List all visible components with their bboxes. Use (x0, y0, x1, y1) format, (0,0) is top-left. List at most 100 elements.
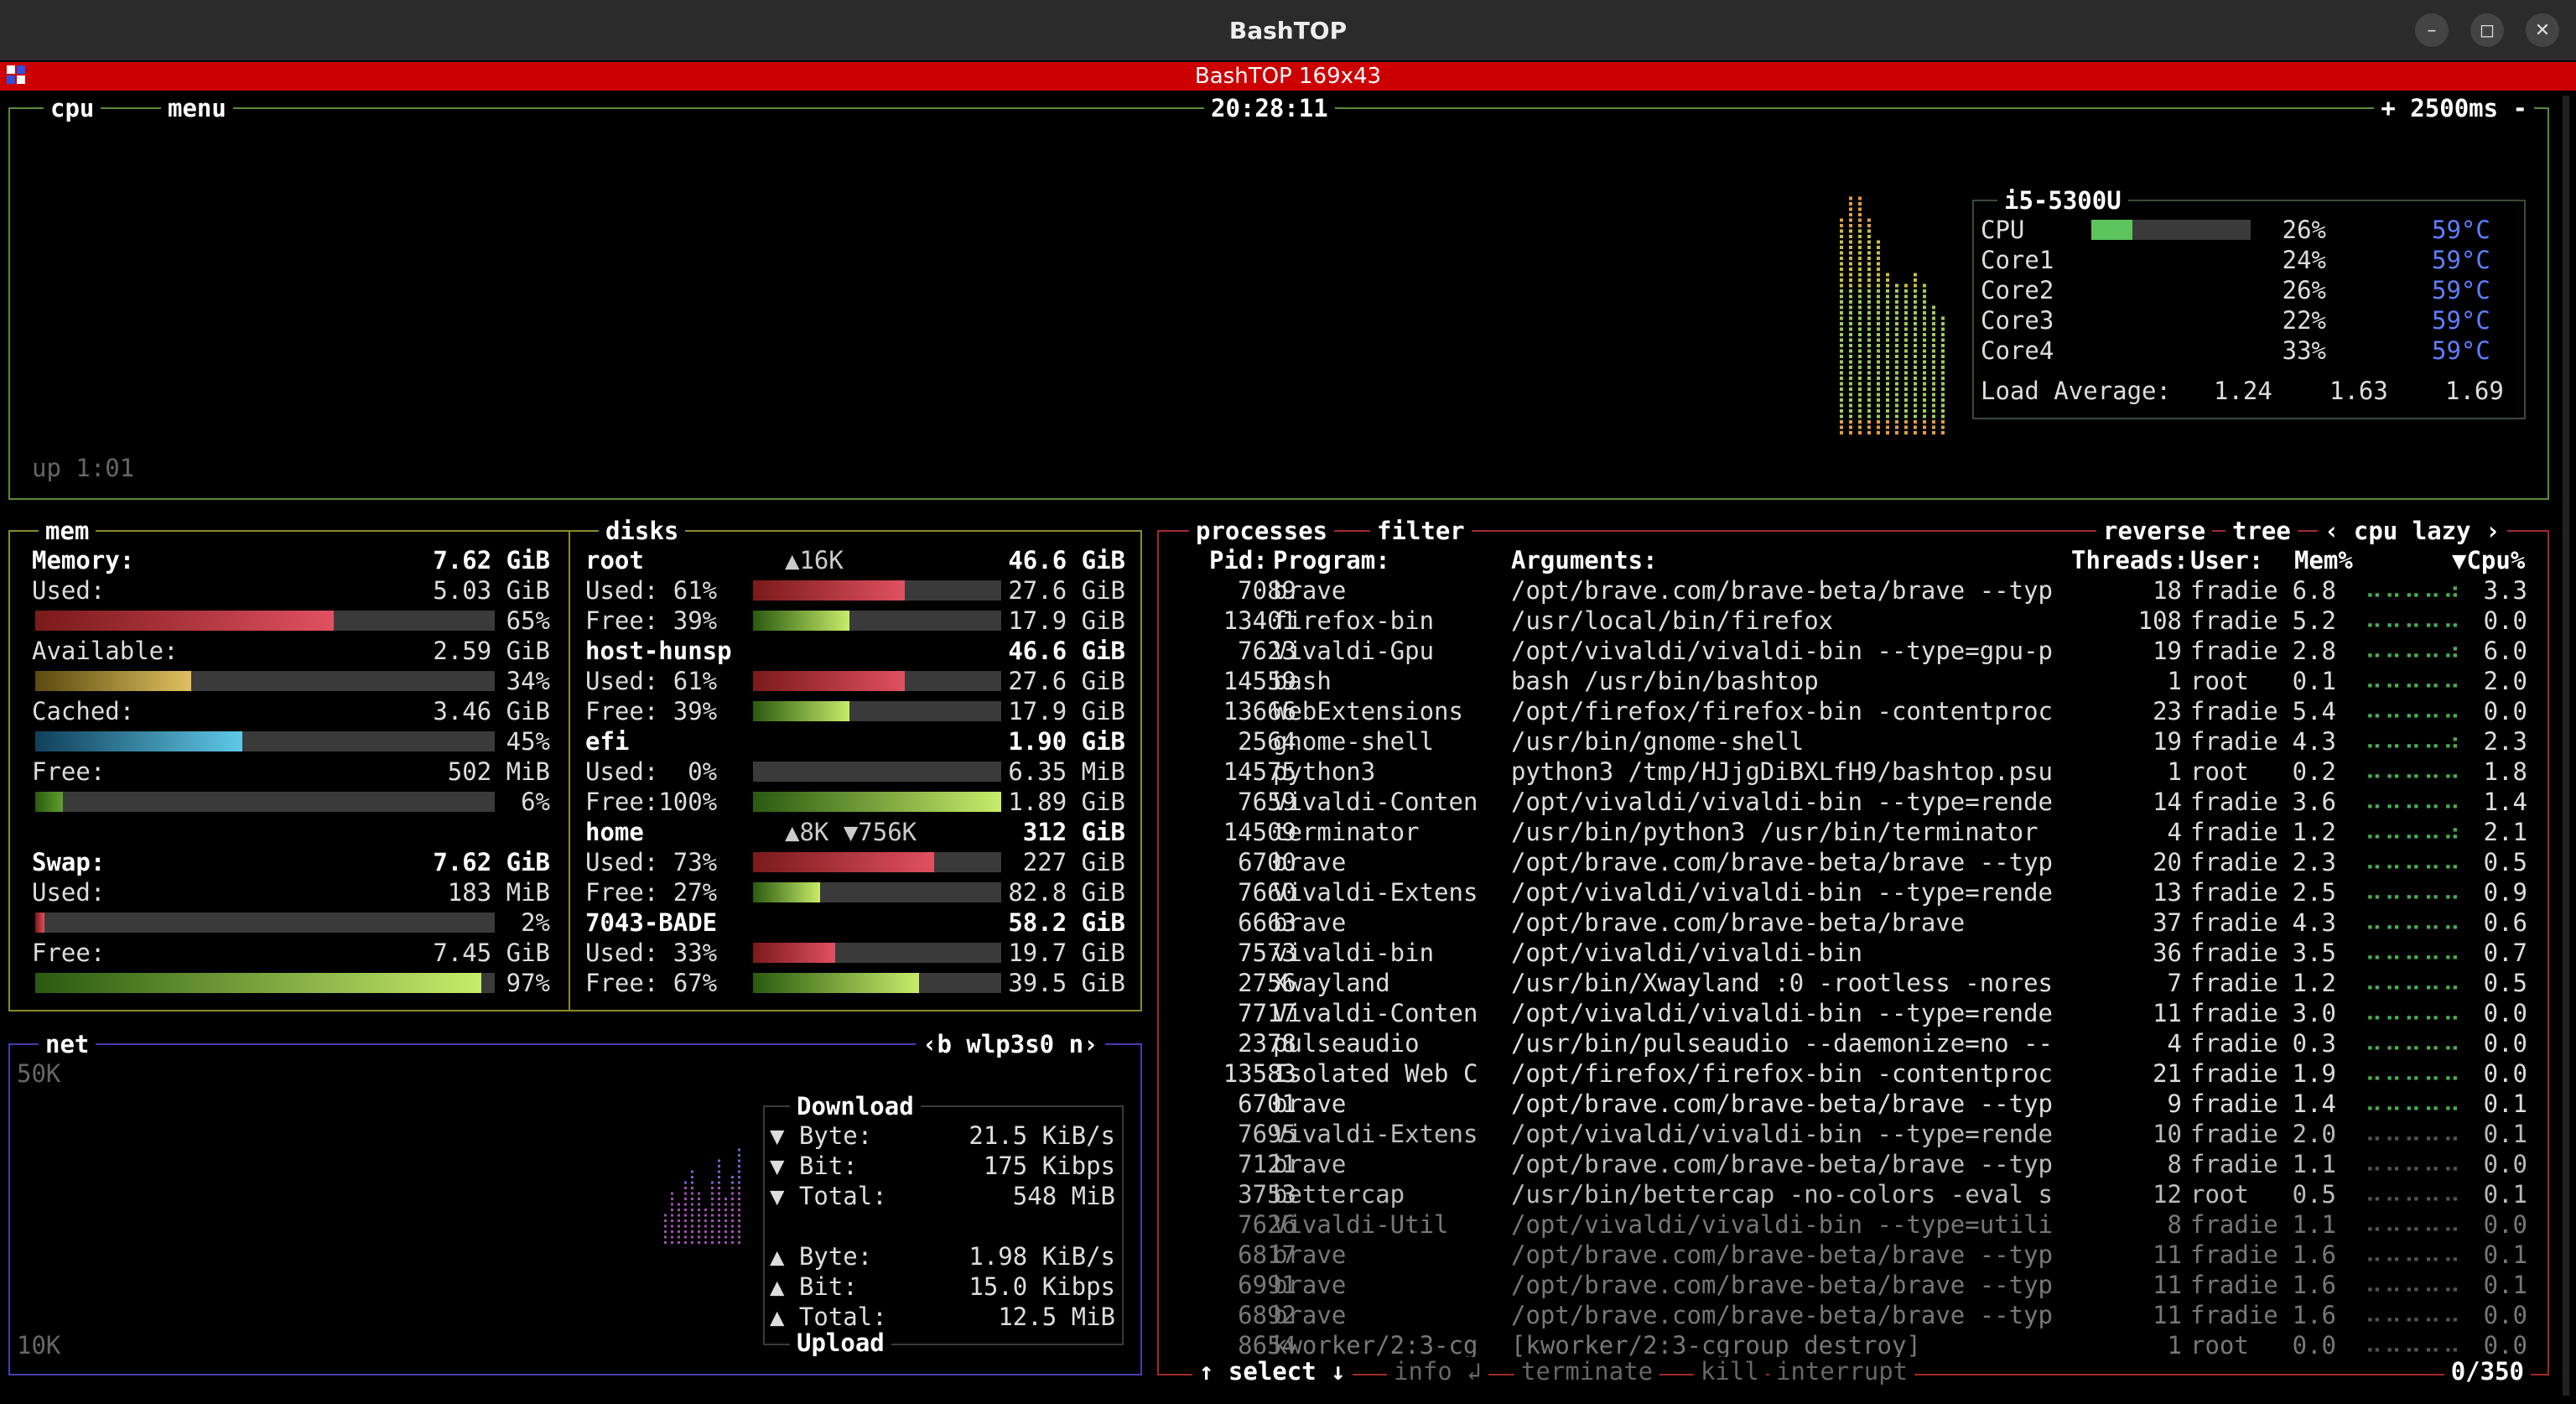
cpu-graph-dot (1849, 377, 1852, 380)
net-graph-dot (711, 1225, 714, 1228)
sort-selector[interactable]: ‹ cpu lazy › (2318, 517, 2507, 545)
terminal-scrollbar[interactable] (2563, 96, 2569, 1396)
cpu-graph-dot (1877, 311, 1880, 315)
net-tab[interactable]: net (39, 1030, 96, 1058)
cpu-graph-dot (1923, 420, 1926, 424)
process-row[interactable]: 3753 bettercap/usr/bin/bettercap -no-colo… (1159, 1179, 2547, 1209)
cpu-graph-dot (1914, 316, 1917, 320)
process-row[interactable]: 8654 kworker/2:3-cg [kworker/2:3-cgroup_de… (1159, 1330, 2547, 1360)
update-interval[interactable]: + 2500ms - (2374, 94, 2534, 122)
header-cpu[interactable]: ▼Cpu% (2452, 545, 2525, 575)
process-row[interactable]: 6700 brave/opt/brave.com/brave-beta/brave… (1159, 847, 2547, 877)
process-user: fradie (2190, 697, 2278, 725)
process-row[interactable]: 13401 firefox-bin/usr/local/bin/firefox 10… (1159, 606, 2547, 636)
cpu-graph-dot (1904, 316, 1908, 320)
minimize-button[interactable]: – (2415, 13, 2449, 47)
net-graph-dot (691, 1203, 693, 1206)
mem-used-value: 5.03 GiB (433, 576, 550, 605)
cpu-graph-dot (1923, 349, 1926, 353)
process-row[interactable]: 7121 brave/opt/brave.com/brave-beta/brave… (1159, 1149, 2547, 1179)
kill-control[interactable]: kill (1694, 1357, 1766, 1386)
dl-byte-value: 21.5 KiB/s (969, 1121, 1115, 1150)
process-row[interactable]: 7695 Vivaldi-Extens/opt/vivaldi/vivaldi-b… (1159, 1119, 2547, 1149)
process-row[interactable]: 14559 bash bash /usr/bin/bashtop 1 root 0.1 ⠤⠤… (1159, 666, 2547, 696)
cpu-graph-dot (1858, 218, 1862, 222)
process-cpu: 0.9 (2483, 878, 2527, 907)
interrupt-control[interactable]: interrupt (1769, 1357, 1915, 1386)
cpu-graph-dot (1849, 278, 1852, 282)
close-button[interactable]: ✕ (2526, 13, 2559, 47)
cpu-graph-dot (1886, 289, 1889, 293)
process-row[interactable]: 7626 Vivaldi-Util/opt/vivaldi/vivaldi-bin… (1159, 1209, 2547, 1240)
select-control[interactable]: ↑ select ↓ (1192, 1357, 1353, 1386)
process-row[interactable]: 2564 gnome-shell/usr/bin/gnome-shell 19 fra… (1159, 726, 2547, 757)
process-program: gnome-shell (1273, 727, 1435, 756)
process-row[interactable]: 7659 Vivaldi-Conten/opt/vivaldi/vivaldi-b… (1159, 787, 2547, 817)
net-graph-dot (718, 1241, 720, 1244)
cpu-graph-dot (1914, 349, 1917, 353)
process-row[interactable]: 7717 Vivaldi-Conten/opt/vivaldi/vivaldi-b… (1159, 998, 2547, 1028)
disk-free-label: Free:100% (585, 788, 718, 816)
process-row[interactable]: 7089 brave/opt/brave.com/brave-beta/brave… (1159, 575, 2547, 606)
cpu-graph-dot (1858, 403, 1862, 408)
header-user[interactable]: User: (2190, 545, 2263, 575)
process-row[interactable]: 6663 brave/opt/brave.com/brave-beta/brave… (1159, 907, 2547, 938)
header-threads[interactable]: Threads: (2071, 545, 2189, 575)
header-arguments[interactable]: Arguments: (1511, 545, 1658, 575)
process-cpu-graph: ⠤⠤⠤⠤⠤ (2365, 757, 2463, 786)
process-user: fradie (2190, 727, 2278, 756)
upload-title: Upload (790, 1329, 891, 1357)
net-graph-dot (724, 1235, 727, 1239)
process-row[interactable]: 14509 terminator/usr/bin/python3 /usr/bin… (1159, 817, 2547, 847)
disk-used-meter (753, 852, 1001, 872)
net-graph-dot (711, 1181, 714, 1184)
process-row[interactable]: 6701 brave/opt/brave.com/brave-beta/brave… (1159, 1089, 2547, 1119)
net-interface-selector[interactable]: ‹b wlp3s0 n› (916, 1030, 1105, 1058)
net-graph-dot (731, 1181, 734, 1184)
header-program[interactable]: Program: (1273, 545, 1390, 575)
cpu-graph-dot (1914, 338, 1917, 342)
net-graph-dot (738, 1154, 740, 1157)
cpu-graph-dot (1840, 240, 1843, 244)
cpu-graph-dot (1895, 425, 1898, 429)
cpu-graph-dot (1941, 393, 1945, 397)
process-threads: 10 (2153, 1120, 2182, 1148)
process-row[interactable]: 13583 Isolated Web C/opt/firefox/firefox-… (1159, 1058, 2547, 1089)
cpu-graph-dot (1840, 262, 1843, 266)
process-row[interactable]: 6817 brave/opt/brave.com/brave-beta/brave… (1159, 1240, 2547, 1270)
mem-available-meter-fill (35, 671, 192, 691)
cpu-graph-dot (1877, 387, 1880, 391)
cpu-graph-dot (1886, 387, 1889, 391)
net-graph-dot (738, 1241, 740, 1244)
process-program: Xwayland (1273, 969, 1390, 997)
process-row[interactable]: 7623 Vivaldi-Gpu/opt/vivaldi/vivaldi-bin … (1159, 636, 2547, 666)
cpu-graph-dot (1886, 294, 1889, 299)
process-threads: 11 (2153, 1240, 2182, 1269)
processes-tab[interactable]: processes (1189, 517, 1335, 545)
cpu-graph-dot (1886, 425, 1889, 429)
info-control[interactable]: info ↲ (1387, 1357, 1488, 1386)
cpu-tab[interactable]: cpu (44, 94, 101, 122)
process-threads: 23 (2153, 697, 2182, 725)
process-row[interactable]: 7573 vivaldi-bin/opt/vivaldi/vivaldi-bin 3… (1159, 938, 2547, 968)
process-row[interactable]: 13666 WebExtensions/opt/firefox/firefox-b… (1159, 696, 2547, 726)
cpu-graph-dot (1858, 224, 1862, 227)
process-row[interactable]: 2378 pulseaudio/usr/bin/pulseaudio --daem… (1159, 1028, 2547, 1058)
cpu-graph-dot (1932, 322, 1935, 325)
header-pid[interactable]: Pid: (1209, 545, 1268, 575)
process-row[interactable]: 6892 brave/opt/brave.com/brave-beta/brave… (1159, 1300, 2547, 1330)
process-threads: 1 (2167, 757, 2182, 786)
process-row[interactable]: 2756 Xwayland/usr/bin/Xwayland :0 -rootle… (1159, 968, 2547, 998)
menu-tab[interactable]: menu (161, 94, 233, 122)
header-mem[interactable]: Mem% (2294, 545, 2353, 575)
reverse-toggle[interactable]: reverse (2096, 517, 2213, 545)
maximize-button[interactable]: ◻ (2470, 13, 2504, 47)
terminate-control[interactable]: terminate (1514, 1357, 1660, 1386)
process-row[interactable]: 14575 python3 python3 /tmp/HJjgDiBXLfH9/ba… (1159, 757, 2547, 787)
tree-toggle[interactable]: tree (2225, 517, 2298, 545)
process-program: Vivaldi-Conten (1273, 788, 1478, 816)
process-row[interactable]: 6991 brave/opt/brave.com/brave-beta/brave… (1159, 1270, 2547, 1300)
filter-tab[interactable]: filter (1370, 517, 1472, 545)
process-row[interactable]: 7660 Vivaldi-Extens/opt/vivaldi/vivaldi-b… (1159, 877, 2547, 907)
process-cpu: 0.0 (2483, 606, 2527, 635)
